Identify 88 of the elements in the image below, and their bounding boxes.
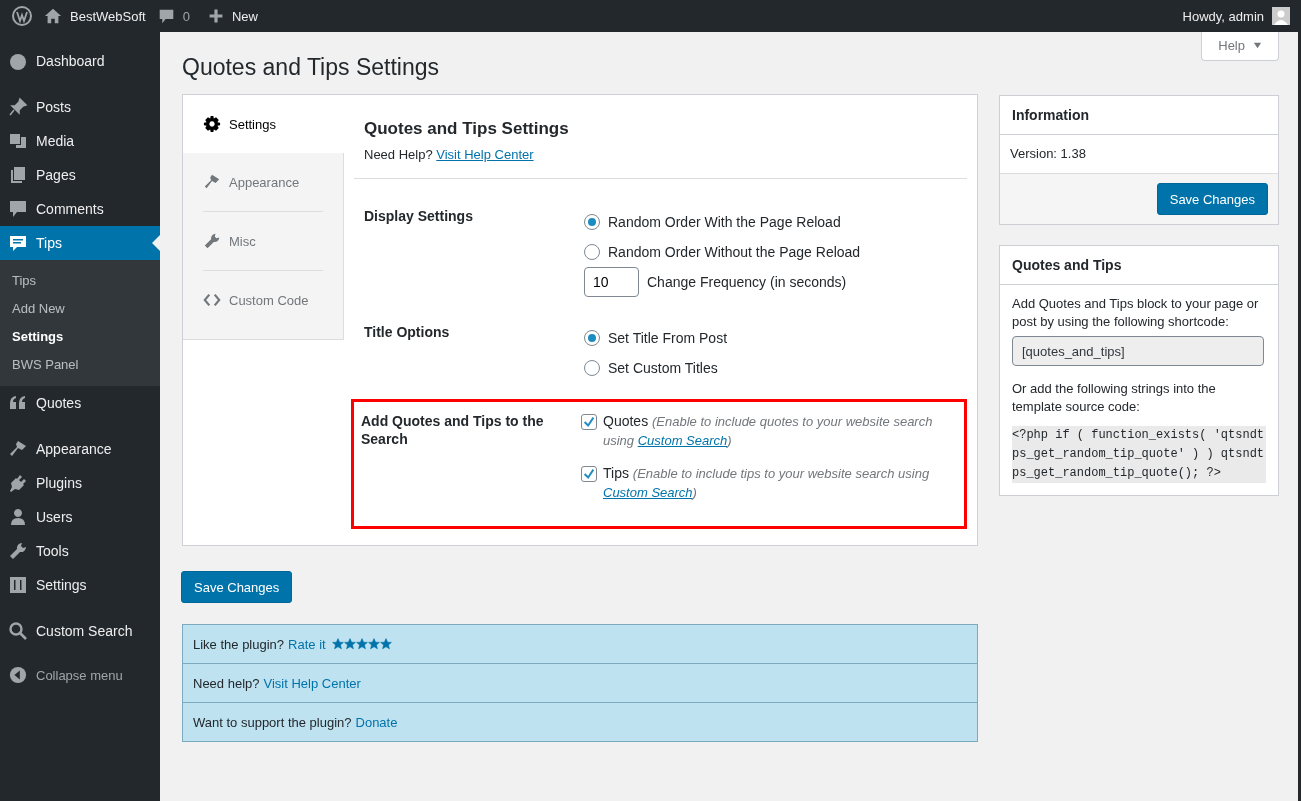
- checkbox[interactable]: [581, 466, 597, 482]
- radio-button[interactable]: [584, 360, 600, 376]
- settings-tab[interactable]: Appearance: [183, 153, 343, 211]
- save-changes-button[interactable]: Save Changes: [181, 571, 293, 603]
- wrench-icon: [8, 541, 28, 561]
- section-heading: Quotes and Tips Settings: [364, 119, 570, 139]
- pin-icon: [8, 97, 28, 117]
- help-tab-button[interactable]: Help: [1201, 32, 1279, 61]
- notice-text: Need help?: [193, 675, 260, 691]
- comment-icon[interactable]: [157, 7, 175, 25]
- help-center-link[interactable]: Visit Help Center: [436, 147, 534, 162]
- settings-tab[interactable]: Custom Code: [183, 271, 343, 329]
- gear-icon: [203, 115, 221, 133]
- star-icon: [343, 638, 356, 650]
- submenu-item[interactable]: Settings: [0, 323, 160, 351]
- radio-button[interactable]: [584, 330, 600, 346]
- brush-icon: [203, 173, 221, 191]
- notice-link[interactable]: Donate: [355, 714, 398, 730]
- notice-link[interactable]: Visit Help Center: [263, 675, 361, 691]
- comment-icon: [8, 199, 28, 219]
- media-icon: [8, 131, 28, 151]
- sidebar-item[interactable]: Users: [0, 500, 160, 534]
- box-title: Quotes and Tips: [1000, 246, 1278, 285]
- option-label: Random Order With the Page Reload: [608, 214, 841, 230]
- new-link[interactable]: New: [231, 8, 258, 24]
- sliders-icon: [8, 575, 28, 595]
- greeting-link[interactable]: Howdy, admin: [1182, 8, 1264, 24]
- submenu-item[interactable]: Add New: [0, 295, 160, 323]
- sidebar-item[interactable]: Quotes: [0, 386, 160, 420]
- frequency-label: Change Frequency (in seconds): [647, 274, 847, 290]
- code-icon: [203, 291, 221, 309]
- plus-icon[interactable]: [207, 8, 224, 24]
- frequency-input[interactable]: 10: [584, 267, 639, 297]
- plug-icon: [8, 473, 28, 493]
- tips-icon: [8, 233, 28, 253]
- sidebar-item[interactable]: Tips: [0, 226, 160, 260]
- notice-text: Want to support the plugin?: [193, 714, 352, 730]
- option-label: Set Title From Post: [608, 330, 728, 346]
- sidebar-item[interactable]: Dashboard: [0, 44, 160, 78]
- submenu-item[interactable]: BWS Panel: [0, 351, 160, 379]
- checkbox-label: Quotes (Enable to include quotes to your website search using Custom Search): [603, 412, 934, 450]
- field-label: Display Settings: [364, 207, 474, 226]
- notice-text: Like the plugin?: [193, 636, 285, 652]
- pages-icon: [8, 165, 28, 185]
- notice-link[interactable]: Rate it: [288, 636, 326, 652]
- star-icon: [379, 638, 392, 650]
- checkbox-label: Tips (Enable to include tips to your website search using Custom Search): [603, 464, 931, 502]
- sidebar-item[interactable]: Posts: [0, 90, 160, 124]
- code-snippet: <?php if ( function_exists( 'qtsndtps_get_random_tip_quote' ) ) qtsndtps_get_random_tip_quote(); ?>: [1012, 426, 1266, 483]
- help-text: Need Help? Visit Help Center: [364, 147, 535, 162]
- instruction-text: Or add the following strings into the template source code:: [1012, 380, 1217, 416]
- radio-button[interactable]: [584, 214, 600, 230]
- star-icon: [355, 638, 368, 650]
- comment-count: 0: [182, 8, 190, 24]
- page-title: Quotes and Tips Settings: [182, 53, 440, 82]
- sidebar-item[interactable]: Media: [0, 124, 160, 158]
- collapse-menu-button[interactable]: Collapse menu: [0, 660, 160, 690]
- field-label: Title Options: [364, 323, 451, 342]
- box-title: Information: [1000, 96, 1278, 135]
- sidebar-item[interactable]: Plugins: [0, 466, 160, 500]
- sidebar-item[interactable]: Appearance: [0, 432, 160, 466]
- sidebar-item[interactable]: Custom Search: [0, 614, 160, 648]
- checkbox[interactable]: [581, 414, 597, 430]
- sidebar-item[interactable]: Pages: [0, 158, 160, 192]
- submenu-item[interactable]: Tips: [0, 267, 160, 295]
- field-label: Add Quotes and Tips to the Search: [361, 412, 545, 449]
- star-icon: [367, 638, 380, 650]
- sidebar-item[interactable]: Settings: [0, 568, 160, 602]
- caret-icon: [1253, 41, 1262, 50]
- radio-button[interactable]: [584, 244, 600, 260]
- wordpress-logo-icon[interactable]: [12, 6, 32, 26]
- sidebar-item[interactable]: Tools: [0, 534, 160, 568]
- instruction-text: Add Quotes and Tips block to your page or post by using the following shortcode:: [1012, 295, 1260, 331]
- star-icon: [331, 638, 344, 650]
- shortcode-field[interactable]: [quotes_and_tips]: [1012, 336, 1264, 366]
- option-label: Set Custom Titles: [608, 360, 718, 376]
- version-number: 1.38: [1060, 146, 1086, 161]
- home-icon[interactable]: [44, 7, 62, 25]
- user-icon: [8, 507, 28, 527]
- option-label: Random Order Without the Page Reload: [608, 244, 861, 260]
- wrench-icon: [203, 232, 221, 250]
- save-changes-button[interactable]: Save Changes: [1156, 183, 1268, 215]
- sidebar-item[interactable]: Comments: [0, 192, 160, 226]
- version-label: Version:: [1010, 146, 1057, 161]
- settings-tab[interactable]: Settings: [183, 95, 344, 153]
- site-name-link[interactable]: BestWebSoft: [70, 8, 146, 24]
- settings-tab[interactable]: Misc: [183, 212, 343, 270]
- search-icon: [8, 621, 28, 641]
